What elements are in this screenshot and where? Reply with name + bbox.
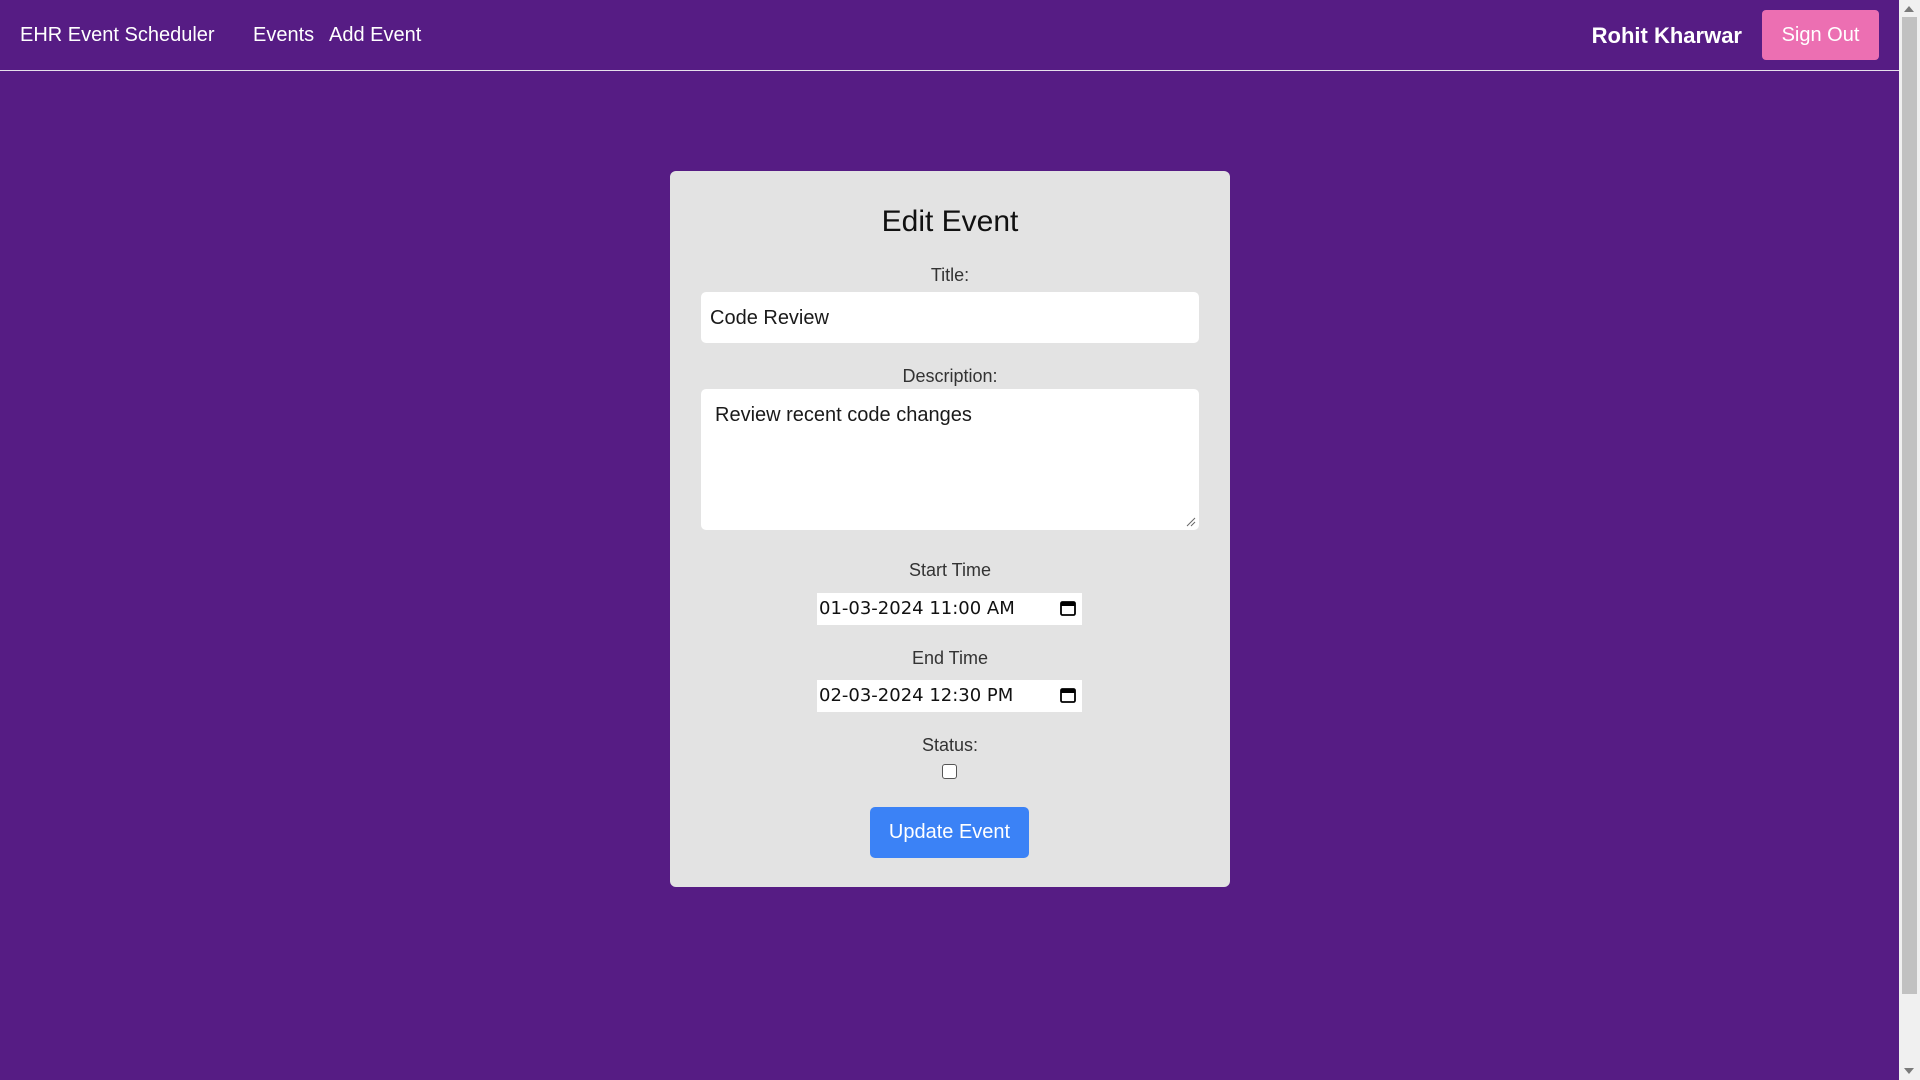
status-label: Status: xyxy=(921,735,979,755)
end-time-input[interactable]: 02-03-2024 12:30 PM xyxy=(817,680,1082,712)
scroll-up-icon[interactable] xyxy=(1904,6,1914,12)
description-label: Description: xyxy=(902,366,998,386)
resize-grip-icon[interactable] xyxy=(1186,517,1196,527)
sign-out-button[interactable]: Sign Out xyxy=(1762,10,1879,60)
end-time-value: 02-03-2024 12:30 PM xyxy=(819,685,1014,706)
nav-link-events[interactable]: Events xyxy=(253,24,314,47)
page-title: Edit Event xyxy=(881,205,1019,238)
brand-link[interactable]: EHR Event Scheduler xyxy=(20,24,215,47)
navbar: EHR Event Scheduler Events Add Event Roh… xyxy=(0,0,1899,71)
start-time-label: Start Time xyxy=(908,560,992,580)
start-time-input[interactable]: 01-03-2024 11:00 AM xyxy=(817,593,1082,625)
title-input-value: Code Review xyxy=(710,307,829,329)
calendar-icon[interactable] xyxy=(1059,599,1077,617)
edit-event-card: Edit Event Title: Code Review Descriptio… xyxy=(670,171,1230,887)
start-time-value: 01-03-2024 11:00 AM xyxy=(819,598,1015,619)
user-name: Rohit Kharwar xyxy=(1591,23,1742,48)
calendar-icon[interactable] xyxy=(1059,686,1077,704)
update-event-button[interactable]: Update Event xyxy=(870,807,1029,858)
end-time-label: End Time xyxy=(911,648,989,668)
nav-link-add-event[interactable]: Add Event xyxy=(329,24,421,47)
status-checkbox[interactable] xyxy=(942,764,957,779)
scroll-down-icon[interactable] xyxy=(1904,1068,1914,1074)
scrollbar[interactable] xyxy=(1899,0,1920,1080)
description-textarea[interactable]: Review recent code changes xyxy=(701,389,1199,530)
description-value: Review recent code changes xyxy=(715,404,972,426)
scroll-thumb[interactable] xyxy=(1902,17,1917,994)
title-input[interactable]: Code Review xyxy=(701,292,1199,343)
title-label: Title: xyxy=(930,265,970,285)
